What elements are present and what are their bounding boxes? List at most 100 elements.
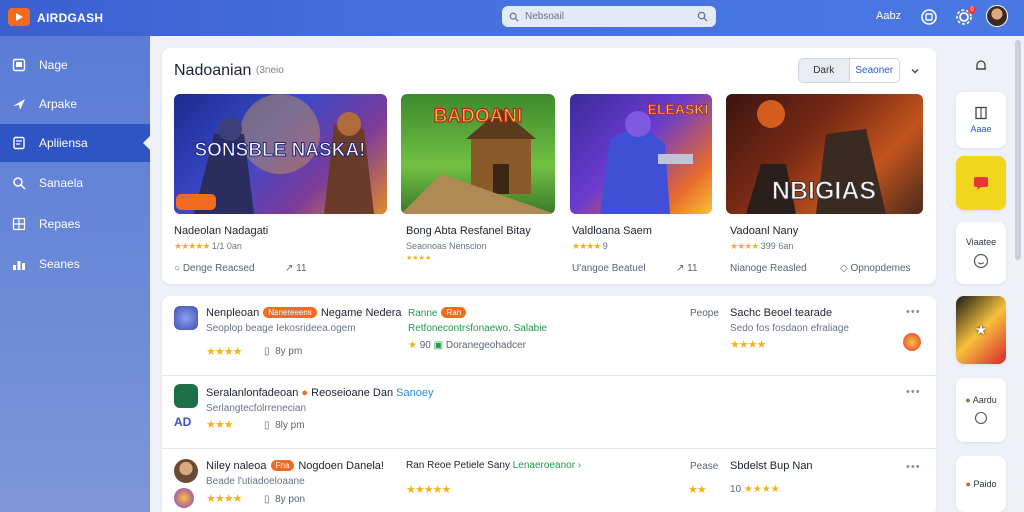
notification-badge: 0 bbox=[968, 6, 976, 14]
rail-viaatee[interactable]: Viaatee bbox=[956, 222, 1006, 284]
game-title-art: NBIGIAS bbox=[772, 177, 876, 205]
app-mid-title: Ran Reoe Petiele Sany Lenaeroeanor › bbox=[406, 460, 582, 471]
section-subtitle: (3neio bbox=[256, 65, 284, 76]
search-icon bbox=[509, 12, 519, 22]
card-name[interactable]: Bong Abta Resfanel Bitay bbox=[406, 225, 531, 237]
toggle-dark[interactable]: Dark bbox=[799, 59, 849, 82]
game-card-image[interactable]: ELEASKI bbox=[570, 94, 712, 214]
app-stars: ★★★ bbox=[206, 419, 234, 431]
app-right-sub: Sedo fos fosdaon efraliage bbox=[730, 323, 849, 334]
app-right-stars: ★★★★ bbox=[730, 339, 766, 351]
game-card-image[interactable]: BADOANI bbox=[401, 94, 555, 214]
scrollbar[interactable] bbox=[1015, 40, 1021, 260]
search-input[interactable]: Nebsoail bbox=[502, 6, 716, 27]
app-tag: Nanereeens bbox=[263, 307, 317, 318]
app-name[interactable]: Seralanlonfadeoan ● Reoseioane Dan Sanoe… bbox=[206, 387, 433, 399]
avatar-icon: ● bbox=[965, 395, 971, 405]
search-icon bbox=[13, 177, 26, 190]
card-foot: U'angoe Beatuel bbox=[572, 263, 646, 274]
rail-bell[interactable] bbox=[956, 48, 1006, 84]
app-meta: ▯ 8ly pm bbox=[264, 420, 305, 431]
rail-book[interactable]: Aaae bbox=[956, 92, 1006, 148]
sidebar-item-label: Arpake bbox=[39, 97, 78, 111]
app-icon[interactable] bbox=[174, 384, 198, 408]
game-card-image[interactable]: NBIGIAS bbox=[726, 94, 923, 214]
app-stars: ★★★★ bbox=[206, 346, 242, 358]
game-art: BADOANI bbox=[401, 105, 555, 214]
card-rating: ★★★★★ 1/1 0an bbox=[174, 241, 242, 251]
apps-icon bbox=[13, 136, 25, 150]
game-title-art: ELEASKI bbox=[648, 101, 709, 117]
app-right-title[interactable]: Sachc Beoel tearade bbox=[730, 307, 832, 319]
avatar-icon: ● bbox=[965, 479, 971, 489]
plane-icon bbox=[13, 99, 25, 110]
top-link[interactable]: Aabz bbox=[876, 10, 901, 22]
card-rating: ★★★★ 9 bbox=[572, 241, 608, 251]
sidebar-item-label: Nage bbox=[39, 58, 68, 72]
card-name[interactable]: Valdloana Saem bbox=[572, 225, 652, 237]
doc-icon: ▯ bbox=[264, 420, 270, 431]
rail-game-thumb[interactable]: ★ bbox=[956, 296, 1006, 364]
rail-chat[interactable] bbox=[956, 156, 1006, 210]
sidebar-item-label: Seanes bbox=[39, 257, 80, 271]
home-icon bbox=[12, 58, 26, 72]
game-title-art: SONSBLE NASKA! bbox=[194, 140, 365, 161]
app-name[interactable]: Niley naleoa Fna Nogdoen Danela! bbox=[206, 460, 384, 472]
app-right-title[interactable]: Sbdelst Bup Nan bbox=[730, 460, 813, 472]
app-name[interactable]: Nenpleoan Nanereeens Negame Nedera bbox=[206, 307, 402, 319]
card-name[interactable]: Nadeolan Nadagati bbox=[174, 225, 268, 237]
game-title-art: BADOANI bbox=[434, 106, 523, 127]
game-card-image[interactable]: SONSBLE NASKA! bbox=[174, 94, 387, 214]
app-right-stars-extra: ★★ bbox=[688, 484, 707, 496]
app-secondary-icon bbox=[174, 488, 194, 508]
brand-name: AIRDGASH bbox=[37, 11, 104, 25]
sidebar-item-sanaela[interactable]: Sanaela bbox=[0, 164, 150, 202]
share-count[interactable]: ↗ 11 bbox=[676, 263, 698, 274]
book-icon bbox=[975, 106, 987, 120]
sidebar-item-arpake[interactable]: Arpake bbox=[0, 85, 150, 123]
app-sub: Seoplop beage Iekosrideea.ogem bbox=[206, 323, 356, 334]
app-sub: Serlangtecfolrrenecian bbox=[206, 403, 307, 414]
card-foot: Nianoge Reasled bbox=[730, 263, 807, 274]
chevron-down-icon[interactable] bbox=[910, 66, 920, 76]
rail-aardu[interactable]: ● Aardu bbox=[956, 378, 1006, 442]
sidebar: Nage Arpake Apliiensa Sanaela Repaes Sea… bbox=[0, 36, 150, 512]
flower-icon bbox=[903, 333, 921, 351]
more-icon[interactable]: ••• bbox=[906, 306, 921, 318]
app-logo[interactable] bbox=[8, 8, 30, 26]
more-icon[interactable]: ••• bbox=[906, 461, 921, 473]
share-icon: ↗ bbox=[676, 263, 685, 274]
app-meta: ▯ 8y pm bbox=[264, 346, 303, 357]
sidebar-item-label: Apliiensa bbox=[39, 136, 88, 150]
doc-icon: ▯ bbox=[264, 346, 270, 357]
row-divider bbox=[162, 448, 936, 449]
app-meta: ▯ 8y pon bbox=[264, 494, 306, 505]
app-right-label: Peope bbox=[690, 308, 719, 319]
game-art: ELEASKI bbox=[600, 101, 709, 214]
chat-bubble-icon bbox=[974, 411, 988, 425]
user-avatar[interactable] bbox=[986, 5, 1008, 27]
sidebar-item-seanes[interactable]: Seanes bbox=[0, 245, 150, 283]
sidebar-item-repaes[interactable]: Repaes bbox=[0, 205, 150, 243]
search-placeholder: Nebsoail bbox=[525, 11, 564, 22]
sidebar-item-apliiensa[interactable]: Apliiensa bbox=[0, 124, 150, 162]
search-submit-icon[interactable] bbox=[697, 11, 708, 22]
sidebar-item-home[interactable]: Nage bbox=[0, 46, 150, 84]
share-count[interactable]: ↗ 11 bbox=[285, 263, 307, 274]
rail-paido[interactable]: ● Paido bbox=[956, 456, 1006, 512]
game-art: NBIGIAS bbox=[746, 100, 886, 214]
card-foot-right[interactable]: ◇ Opnopdemes bbox=[840, 263, 911, 274]
toggle-seaoner[interactable]: Seaoner bbox=[848, 59, 899, 82]
app-icon[interactable] bbox=[174, 306, 198, 330]
app-stars: ★★★★ bbox=[206, 493, 242, 505]
profile-circle-icon[interactable] bbox=[920, 8, 938, 26]
app-avatar[interactable] bbox=[174, 459, 198, 483]
grid-icon bbox=[12, 217, 26, 231]
card-name[interactable]: Vadoanl Nany bbox=[730, 225, 798, 237]
app-right-label: Pease bbox=[690, 461, 719, 472]
app-mid-title: Ranne Ran bbox=[408, 307, 470, 319]
card-rating-stars: ★★★★ bbox=[406, 255, 432, 262]
chat-icon bbox=[974, 177, 988, 190]
more-icon[interactable]: ••• bbox=[906, 386, 921, 398]
sliders-icon bbox=[13, 261, 25, 270]
